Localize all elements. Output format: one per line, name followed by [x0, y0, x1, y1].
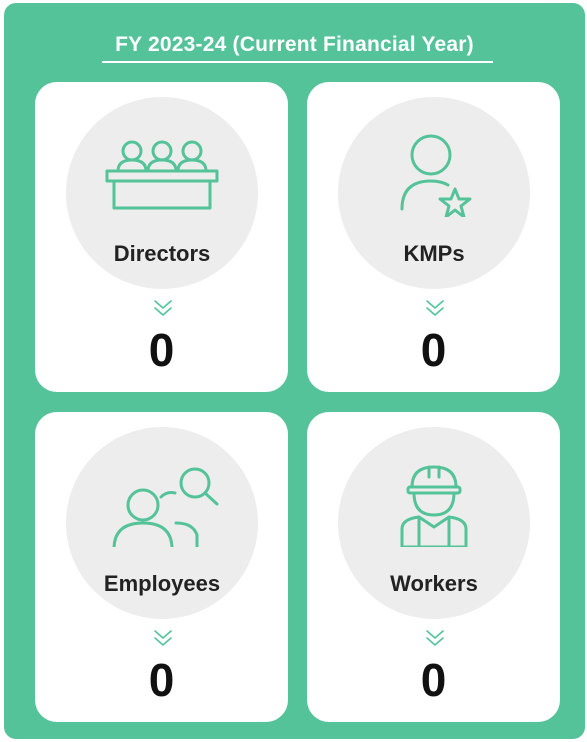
card-directors[interactable]: Directors 0 [35, 82, 288, 392]
title-divider [102, 61, 493, 63]
card-label: Workers [390, 571, 478, 596]
card-employees[interactable]: Employees 0 [35, 412, 288, 722]
card-value: 0 [148, 324, 175, 376]
icon-circle: Employees [66, 427, 258, 619]
icon-circle: KMPs [338, 97, 530, 289]
summary-panel: FY 2023-24 (Current Financial Year) Dire… [4, 3, 585, 739]
icon-circle: Directors [66, 97, 258, 289]
card-kmps[interactable]: KMPs 0 [307, 82, 560, 392]
chevron-down-icon [154, 630, 172, 646]
chevron-down-icon [426, 630, 444, 646]
card-value: 0 [148, 654, 175, 706]
card-value: 0 [420, 654, 447, 706]
card-label: Employees [103, 571, 221, 596]
workers-icon [400, 465, 468, 547]
card-label: KMPs [403, 241, 465, 266]
card-value: 0 [420, 324, 447, 376]
chevron-down-icon [154, 300, 172, 316]
card-workers[interactable]: Workers 0 [307, 412, 560, 722]
chevron-down-icon [426, 300, 444, 316]
panel-title: FY 2023-24 (Current Financial Year) [115, 33, 474, 56]
employees-icon [112, 467, 219, 547]
directors-icon [105, 140, 219, 210]
icon-circle: Workers [338, 427, 530, 619]
kmp-icon [400, 134, 472, 217]
card-label: Directors [113, 241, 211, 266]
